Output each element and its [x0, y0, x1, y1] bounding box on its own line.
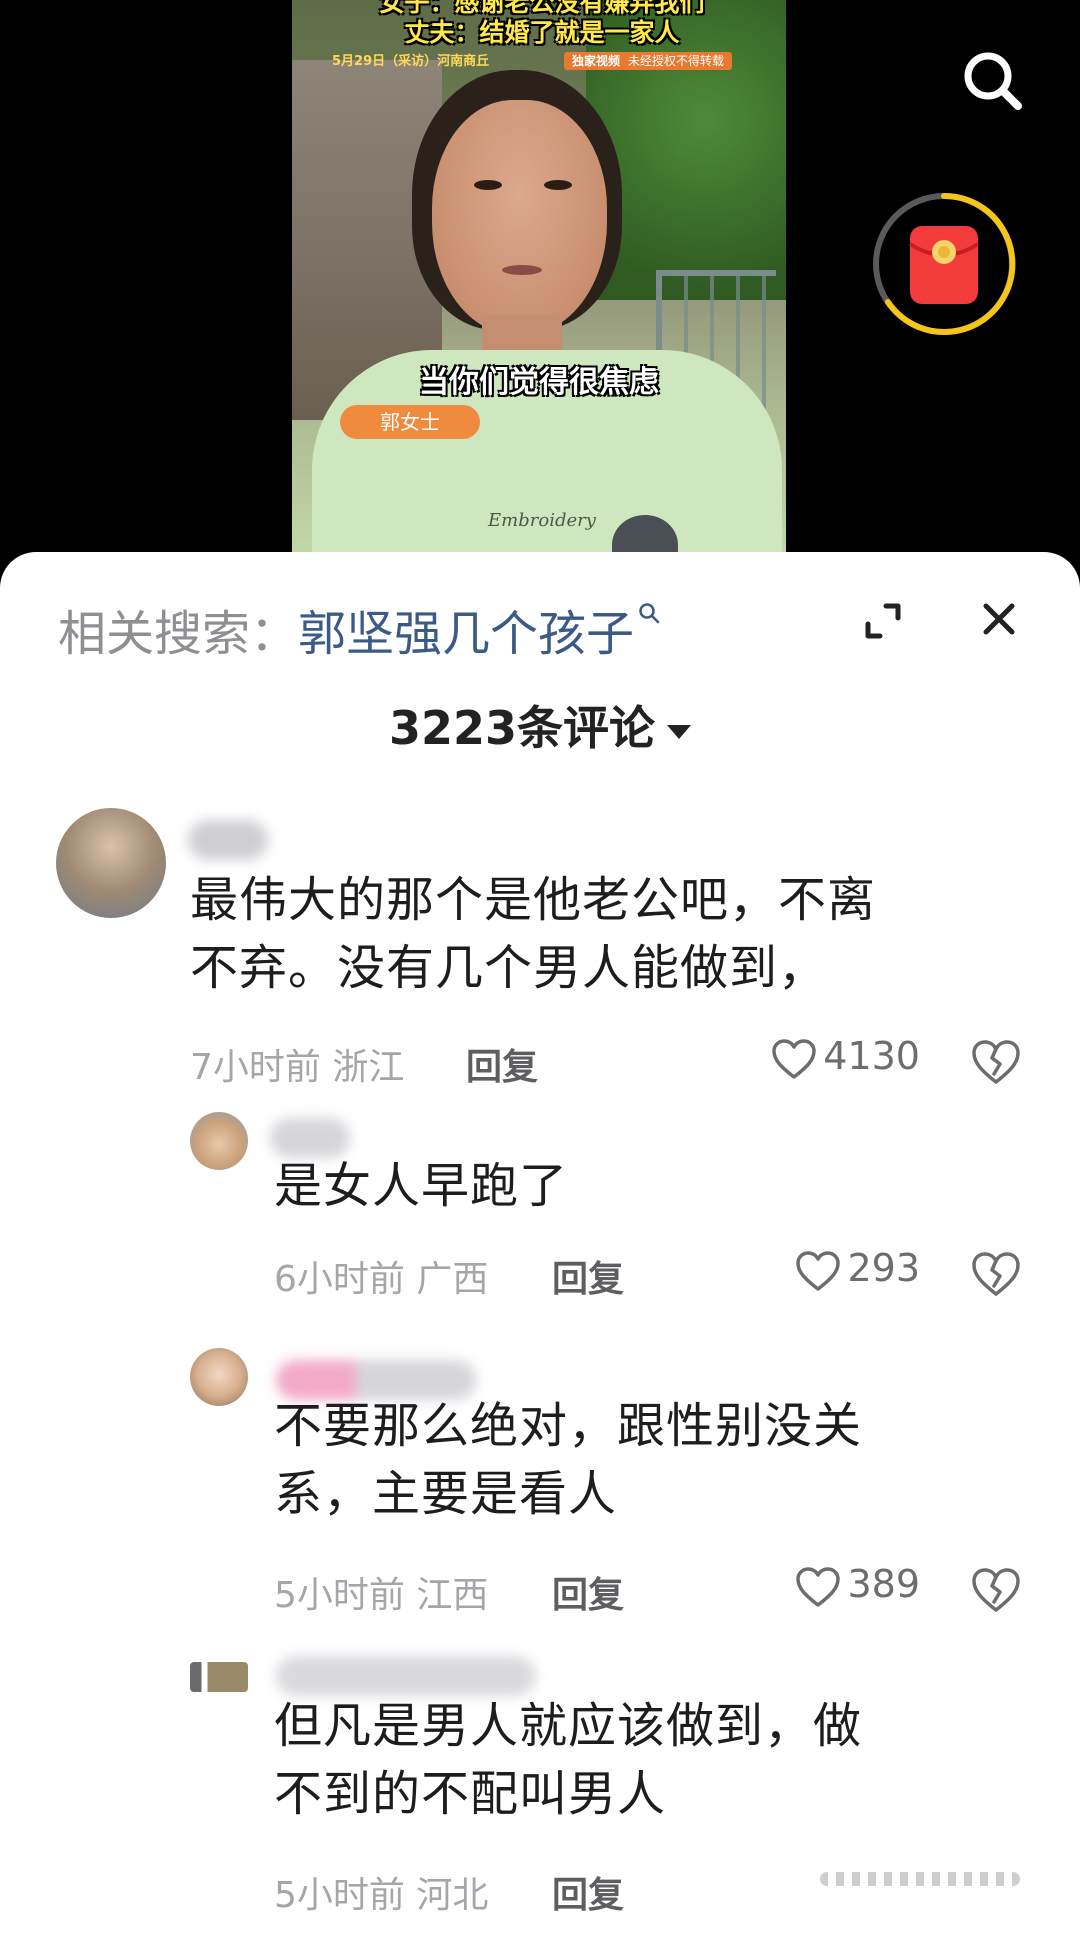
comment-location: 河北	[416, 1875, 489, 1916]
video-person-eye	[544, 180, 572, 190]
search-icon	[639, 603, 660, 624]
video-headline: 女子：感谢老公没有嫌弃我们 丈夫：结婚了就是一家人	[352, 0, 732, 48]
video-meta: 5月29日（采访）河南商丘	[332, 54, 490, 69]
comment-text-line: 不到的不配叫男人	[274, 1766, 667, 1822]
avatar[interactable]	[190, 1348, 248, 1406]
reply-button[interactable]: 回复	[552, 1866, 624, 1918]
video-person-eye	[474, 180, 502, 190]
like-button[interactable]: 4130	[771, 1034, 920, 1080]
comment-location: 广西	[416, 1259, 489, 1300]
username-blurred[interactable]	[188, 820, 268, 860]
heart-icon	[796, 1250, 841, 1291]
video-subtitle: 当你们觉得很焦虑	[419, 365, 659, 400]
shirt-print: Embroidery	[488, 510, 596, 531]
close-icon	[983, 603, 1015, 635]
video-badge-right: 未经授权不得转载	[628, 54, 725, 68]
comment-text-line: 最伟大的那个是他老公吧，不离	[190, 872, 877, 928]
heart-icon	[796, 1566, 841, 1607]
video-person-face	[432, 100, 607, 335]
comment-time: 5小时前	[274, 1875, 405, 1916]
comment-meta: 7小时前 浙江	[190, 1038, 404, 1090]
related-search-link[interactable]: 郭坚强几个孩子	[298, 603, 660, 662]
username-blurred[interactable]	[276, 1656, 536, 1696]
broken-heart-icon	[972, 1040, 1020, 1084]
related-search-query: 郭坚强几个孩子	[298, 606, 635, 662]
related-search: 相关搜索：郭坚强几个孩子	[58, 594, 660, 664]
dislike-button[interactable]	[970, 1566, 1022, 1614]
comment-text-line: 不弃。没有几个男人能做到，	[190, 940, 828, 996]
comment-text-line: 系，主要是看人	[274, 1466, 618, 1522]
video-badge-left: 独家视频	[572, 54, 621, 68]
reply-button[interactable]: 回复	[552, 1566, 624, 1618]
search-button[interactable]	[958, 46, 1028, 116]
video-headline-line2: 丈夫：结婚了就是一家人	[404, 18, 680, 47]
broken-heart-icon	[972, 1252, 1020, 1296]
comment-text: 是女人早跑了	[274, 1152, 568, 1220]
search-icon	[964, 52, 1022, 110]
comment-time: 5小时前	[274, 1575, 405, 1616]
red-packet-button[interactable]	[868, 188, 1020, 340]
like-button[interactable]: 293	[795, 1246, 920, 1292]
comment-text: 最伟大的那个是他老公吧，不离 不弃。没有几个男人能做到，	[190, 866, 876, 1002]
like-count: 389	[847, 1562, 920, 1606]
avatar[interactable]	[56, 808, 166, 918]
like-count: 4130	[823, 1034, 920, 1078]
comment-text-line: 是女人早跑了	[274, 1158, 569, 1214]
like-count: 293	[847, 1246, 920, 1290]
heart-icon	[772, 1038, 817, 1079]
comment-text: 不要那么绝对，跟性别没关 系，主要是看人	[274, 1392, 862, 1528]
comment-count: 3223条评论	[388, 701, 656, 755]
comment-meta: 6小时前 广西	[274, 1250, 488, 1302]
caret-down-icon	[667, 724, 692, 739]
like-button[interactable]: 389	[795, 1562, 920, 1608]
comment-location: 江西	[416, 1575, 489, 1616]
comment-sheet: 相关搜索：郭坚强几个孩子 3223条评论 最伟大的那个是他老公吧，不离 不弃。没…	[0, 552, 1080, 1959]
related-search-label: 相关搜索：	[58, 606, 299, 662]
close-button[interactable]	[978, 598, 1020, 640]
expand-icon	[865, 603, 901, 639]
comment-meta: 5小时前 江西	[274, 1566, 488, 1618]
broken-heart-icon	[972, 1568, 1020, 1612]
video-person-mouth	[502, 265, 542, 275]
reply-button[interactable]: 回复	[552, 1250, 624, 1302]
video-player[interactable]: Embroidery 女子：感谢老公没有嫌弃我们 丈夫：结婚了就是一家人 5月2…	[292, 0, 786, 560]
watermark-dots	[820, 1872, 1020, 1886]
video-badge: 独家视频 未经授权不得转载	[564, 52, 733, 70]
red-packet-icon	[873, 192, 1016, 335]
video-headline-line1: 女子：感谢老公没有嫌弃我们	[379, 0, 705, 17]
avatar[interactable]	[190, 1662, 248, 1692]
video-name-tag: 郭女士	[340, 405, 480, 439]
comment-time: 6小时前	[274, 1259, 405, 1300]
reply-button[interactable]: 回复	[466, 1038, 538, 1090]
comment-location: 浙江	[332, 1047, 405, 1088]
comment-time: 7小时前	[190, 1047, 321, 1088]
avatar[interactable]	[190, 1112, 248, 1170]
dislike-button[interactable]	[970, 1038, 1022, 1086]
comment-text-line: 不要那么绝对，跟性别没关	[274, 1398, 863, 1454]
dislike-button[interactable]	[970, 1250, 1022, 1298]
comment-text: 但凡是男人就应该做到，做 不到的不配叫男人	[274, 1692, 862, 1828]
comment-meta: 5小时前 河北	[274, 1866, 488, 1918]
expand-button[interactable]	[862, 600, 904, 642]
comment-count-toggle[interactable]: 3223条评论	[0, 692, 1080, 758]
comment-text-line: 但凡是男人就应该做到，做	[274, 1698, 863, 1754]
